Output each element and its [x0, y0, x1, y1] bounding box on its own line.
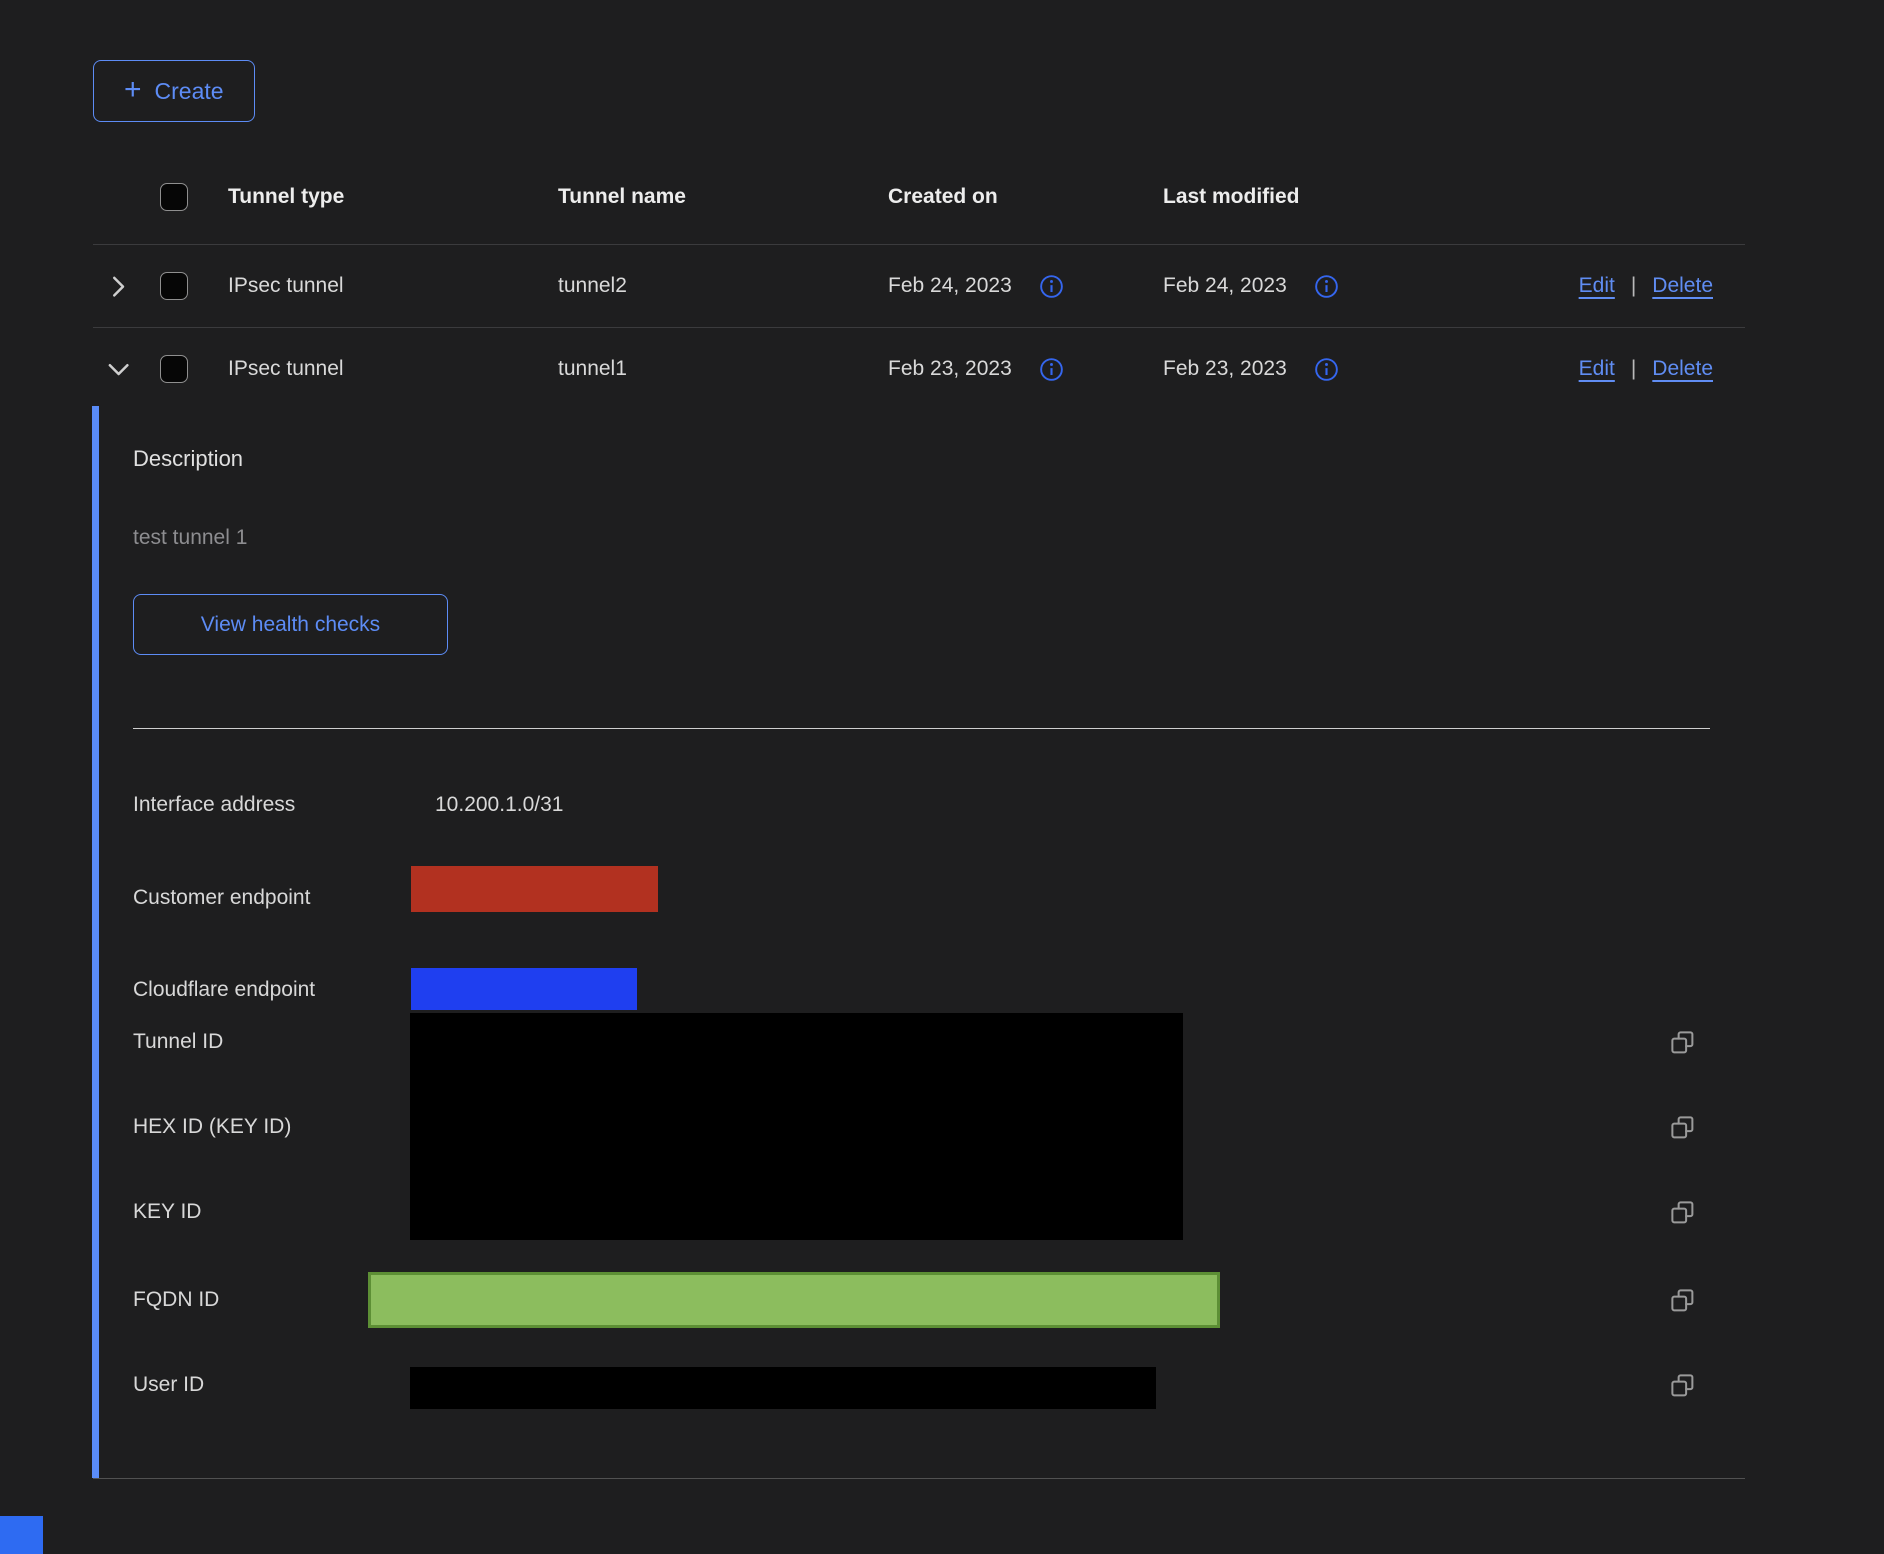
copy-icon[interactable] — [1668, 1371, 1698, 1401]
clipped-blue-element — [0, 1516, 43, 1554]
tunnels-table: Tunnel type Tunnel name Created on Last … — [93, 150, 1745, 1479]
select-all-checkbox[interactable] — [160, 183, 188, 211]
info-icon[interactable] — [1038, 356, 1065, 383]
info-icon[interactable] — [1038, 273, 1065, 300]
key-id-label: KEY ID — [133, 1200, 201, 1224]
tunnel-name-cell: tunnel1 — [558, 357, 888, 381]
copy-icon[interactable] — [1668, 1198, 1698, 1228]
delete-link[interactable]: Delete — [1652, 274, 1713, 298]
row-actions: Edit | Delete — [1540, 274, 1745, 298]
created-on-cell: Feb 24, 2023 — [888, 273, 1163, 300]
tunnel-name-cell: tunnel2 — [558, 274, 888, 298]
created-on-value: Feb 24, 2023 — [888, 274, 1012, 298]
last-modified-cell: Feb 24, 2023 — [1163, 273, 1540, 300]
delete-link[interactable]: Delete — [1652, 357, 1713, 381]
row-checkbox[interactable] — [160, 355, 188, 383]
copy-icon[interactable] — [1668, 1028, 1698, 1058]
customer-endpoint-redacted-value — [411, 866, 658, 912]
edit-link[interactable]: Edit — [1579, 274, 1615, 298]
tunnel-id-label: Tunnel ID — [133, 1030, 223, 1054]
tunnel-type-cell: IPsec tunnel — [228, 357, 558, 381]
table-row-tunnel2: IPsec tunnel tunnel2 Feb 24, 2023 Feb 24… — [93, 245, 1745, 328]
copy-icon[interactable] — [1668, 1113, 1698, 1143]
description-label: Description — [133, 446, 243, 472]
cloudflare-endpoint-redacted-value — [411, 968, 637, 1010]
view-health-checks-button[interactable]: View health checks — [133, 594, 448, 655]
tunnel-type-cell: IPsec tunnel — [228, 274, 558, 298]
create-button-label: Create — [155, 78, 224, 105]
user-id-redacted-value — [410, 1367, 1156, 1409]
interface-address-label: Interface address — [133, 793, 295, 817]
cloudflare-endpoint-label: Cloudflare endpoint — [133, 978, 315, 1002]
column-header-created-on: Created on — [888, 185, 1163, 209]
chevron-down-icon[interactable] — [103, 354, 133, 384]
last-modified-value: Feb 24, 2023 — [1163, 274, 1287, 298]
plus-icon: + — [124, 75, 142, 105]
tunnel-detail-panel: Description test tunnel 1 View health ch… — [93, 410, 1745, 1479]
table-row-tunnel1: IPsec tunnel tunnel1 Feb 23, 2023 Feb 23… — [93, 328, 1745, 410]
column-header-last-modified: Last modified — [1163, 185, 1540, 209]
user-id-label: User ID — [133, 1373, 204, 1397]
actions-separator: | — [1631, 274, 1636, 298]
actions-separator: | — [1631, 357, 1636, 381]
edit-link[interactable]: Edit — [1579, 357, 1615, 381]
info-icon[interactable] — [1313, 356, 1340, 383]
info-icon[interactable] — [1313, 273, 1340, 300]
fqdn-id-redacted-value — [368, 1272, 1220, 1328]
last-modified-cell: Feb 23, 2023 — [1163, 356, 1540, 383]
row-actions: Edit | Delete — [1540, 357, 1745, 381]
hex-id-label: HEX ID (KEY ID) — [133, 1115, 291, 1139]
created-on-cell: Feb 23, 2023 — [888, 356, 1163, 383]
fqdn-id-label: FQDN ID — [133, 1288, 219, 1312]
copy-icon[interactable] — [1668, 1286, 1698, 1316]
row-checkbox[interactable] — [160, 272, 188, 300]
created-on-value: Feb 23, 2023 — [888, 357, 1012, 381]
select-all-cell — [160, 183, 228, 211]
column-header-tunnel-type: Tunnel type — [228, 185, 558, 209]
chevron-right-icon[interactable] — [103, 271, 133, 301]
create-button[interactable]: + Create — [93, 60, 255, 122]
customer-endpoint-label: Customer endpoint — [133, 886, 310, 910]
ids-redacted-value — [410, 1013, 1183, 1240]
table-header-row: Tunnel type Tunnel name Created on Last … — [93, 150, 1745, 245]
last-modified-value: Feb 23, 2023 — [1163, 357, 1287, 381]
description-value: test tunnel 1 — [133, 526, 247, 550]
detail-divider — [133, 728, 1710, 729]
column-header-tunnel-name: Tunnel name — [558, 185, 888, 209]
ipsec-tunnels-page: + Create Tunnel type Tunnel name Created… — [0, 0, 1884, 1554]
interface-address-value: 10.200.1.0/31 — [435, 793, 563, 817]
